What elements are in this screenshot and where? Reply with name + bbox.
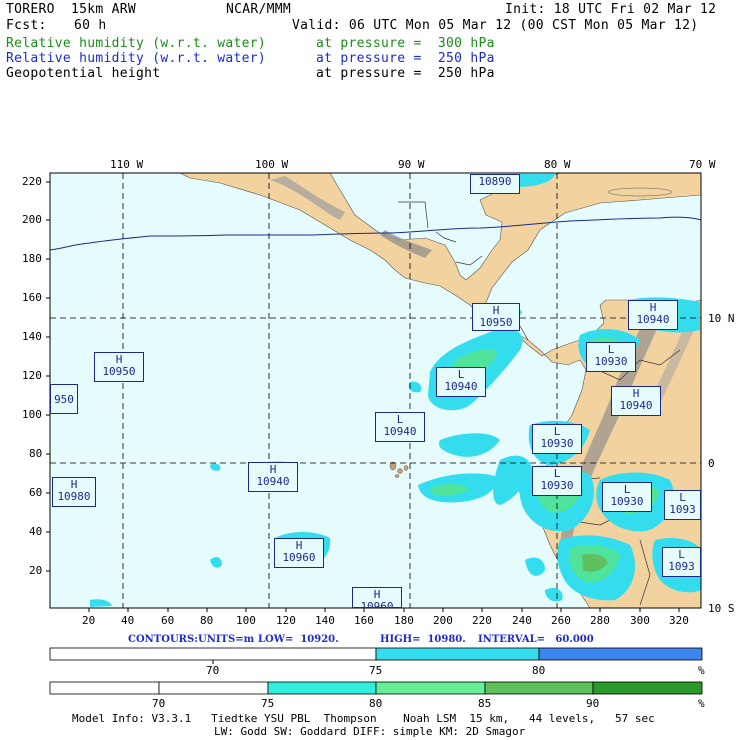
y-tick-label: 20 [29,564,43,577]
lon-label-110w: 110 W [110,158,144,171]
x-tick-label: 120 [276,614,296,627]
contours-high: HIGH= 10980. [380,634,466,645]
colorbar2-tick: 75 [261,697,275,710]
colorbar2-unit: % [698,697,705,710]
x-tick-label: 60 [161,614,175,627]
lon-label-100w: 100 W [255,158,289,171]
pressure-center-l: L 10930 [532,424,582,454]
pressure-center-l: L 10930 [532,466,582,496]
pressure-center-h: 10890 [470,174,520,194]
pressure-center-h: H 10940 [628,300,678,330]
x-tick-label: 300 [630,614,650,627]
pressure-center-h: H 10960 [352,587,402,608]
pressure-center-h: H 10940 [611,386,661,416]
pressure-center-h: H 10980 [52,477,96,507]
x-tick-label: 220 [472,614,492,627]
contours-interval: INTERVAL= 60.000 [478,634,594,645]
y-tick-label: 40 [29,525,43,538]
x-tick-label: 180 [394,614,414,627]
pressure-center-l: L 1093 [662,547,701,577]
y-tick-label: 160 [22,291,42,304]
colorbar1-unit: % [698,664,705,677]
colorbar1-tick: 80 [532,664,546,677]
lon-label-90w: 90 W [398,158,425,171]
pressure-center-l: L 10940 [375,412,425,442]
pressure-center-h: H 10950 [472,303,520,331]
y-tick-label: 60 [29,486,43,499]
lat-label-10n: 10 N [708,312,735,325]
x-tick-label: 20 [82,614,96,627]
y-tick-label: 80 [29,447,43,460]
y-tick-label: 200 [22,213,42,226]
pressure-center-l: L 10940 [436,367,486,397]
lon-label-80w: 80 W [544,158,571,171]
contours-low: LOW= 10920. [258,634,339,645]
y-tick-label: 180 [22,252,42,265]
x-axis-ticks [88,608,680,612]
y-tick-label: 120 [22,369,42,382]
colorbar2-tick: 80 [369,697,383,710]
x-tick-label: 260 [551,614,571,627]
pressure-center-h: H 10960 [274,538,324,568]
x-tick-label: 140 [315,614,335,627]
colorbar-rh-250 [49,647,703,664]
colorbar1-tick: 70 [206,664,220,677]
pressure-center-h: H 10940 [248,462,298,492]
x-tick-label: 80 [200,614,214,627]
x-tick-label: 40 [121,614,135,627]
land-caribbean-island [607,187,673,197]
x-tick-label: 320 [669,614,689,627]
pressure-center-l: L 10930 [602,482,652,512]
lon-label-70w: 70 W [689,158,716,171]
x-tick-label: 160 [354,614,374,627]
colorbar2-tick: 90 [586,697,600,710]
pressure-center-l: L 1093 [664,490,701,520]
pressure-center-h: H 10950 [94,352,144,382]
x-tick-label: 200 [433,614,453,627]
colorbar2-tick: 70 [152,697,166,710]
contours-units: UNITS=m [198,634,255,645]
lat-label-0: 0 [708,457,715,470]
y-axis-ticks [46,181,50,572]
y-tick-label: 140 [22,330,42,343]
y-tick-label: 100 [22,408,42,421]
pressure-center-partial: 950 [50,384,78,414]
y-tick-label: 220 [22,175,42,188]
x-tick-label: 280 [590,614,610,627]
lat-label-10s: 10 S [708,602,735,615]
colorbar2-tick: 85 [478,697,492,710]
model-info-line2: LW: Godd SW: Goddard DIFF: simple KM: 2D… [214,725,526,738]
colorbar1-tick: 75 [369,664,383,677]
colorbar-rh-300 [49,681,703,695]
contours-label: CONTOURS: [128,634,198,645]
model-info-line1: Model Info: V3.3.1 Tiedtke YSU PBL Thomp… [72,712,655,725]
x-tick-label: 100 [236,614,256,627]
x-tick-label: 240 [512,614,532,627]
pressure-center-l: L 10930 [586,342,636,372]
